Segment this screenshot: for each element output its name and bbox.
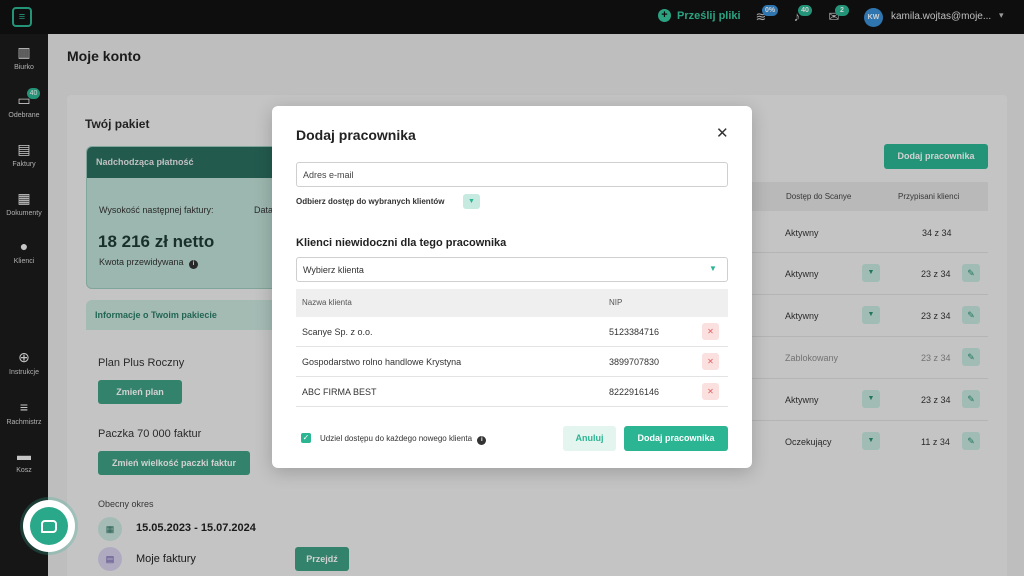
cancel-button[interactable]: Anuluj bbox=[563, 426, 616, 451]
column-header-name: Nazwa klienta bbox=[302, 298, 352, 307]
client-name: Gospodarstwo rolno handlowe Krystyna bbox=[302, 357, 462, 367]
clients-table-header bbox=[296, 289, 728, 317]
close-icon[interactable]: ✕ bbox=[716, 126, 729, 142]
checkbox-label-text: Udziel dostępu do każdego nowego klienta bbox=[320, 434, 473, 443]
new-clients-checkbox-label: Udziel dostępu do każdego nowego klienta… bbox=[320, 434, 487, 445]
table-row: Gospodarstwo rolno handlowe Krystyna 389… bbox=[296, 347, 728, 377]
client-name: Scanye Sp. z o.o. bbox=[302, 327, 373, 337]
remove-icon[interactable]: ✕ bbox=[702, 353, 719, 370]
modal-title: Dodaj pracownika bbox=[296, 127, 416, 143]
chat-button[interactable] bbox=[23, 500, 75, 552]
new-clients-checkbox[interactable]: ✓ bbox=[301, 433, 311, 443]
client-name: ABC FIRMA BEST bbox=[302, 387, 377, 397]
table-row: Scanye Sp. z o.o. 5123384716 ✕ bbox=[296, 317, 728, 347]
client-nip: 5123384716 bbox=[609, 327, 660, 337]
client-nip: 3899707830 bbox=[609, 357, 660, 367]
client-nip: 8222916146 bbox=[609, 387, 660, 397]
hidden-clients-title: Klienci niewidoczni dla tego pracownika bbox=[296, 237, 507, 249]
info-icon[interactable]: i bbox=[477, 436, 487, 445]
remove-icon[interactable]: ✕ bbox=[702, 383, 719, 400]
chevron-down-icon[interactable]: ▼ bbox=[463, 194, 480, 209]
remove-icon[interactable]: ✕ bbox=[702, 323, 719, 340]
column-header-nip: NIP bbox=[609, 298, 623, 307]
add-employee-modal: Dodaj pracownika ✕ Odbierz dostęp do wyb… bbox=[272, 106, 752, 468]
chevron-down-icon[interactable]: ▼ bbox=[709, 264, 717, 273]
restrict-access-label: Odbierz dostęp do wybranych klientów bbox=[296, 197, 445, 206]
chat-icon bbox=[30, 507, 68, 545]
add-employee-submit-button[interactable]: Dodaj pracownika bbox=[624, 426, 728, 451]
table-row: ABC FIRMA BEST 8222916146 ✕ bbox=[296, 377, 728, 407]
email-field[interactable] bbox=[296, 162, 728, 187]
client-select[interactable]: Wybierz klienta bbox=[296, 257, 728, 282]
